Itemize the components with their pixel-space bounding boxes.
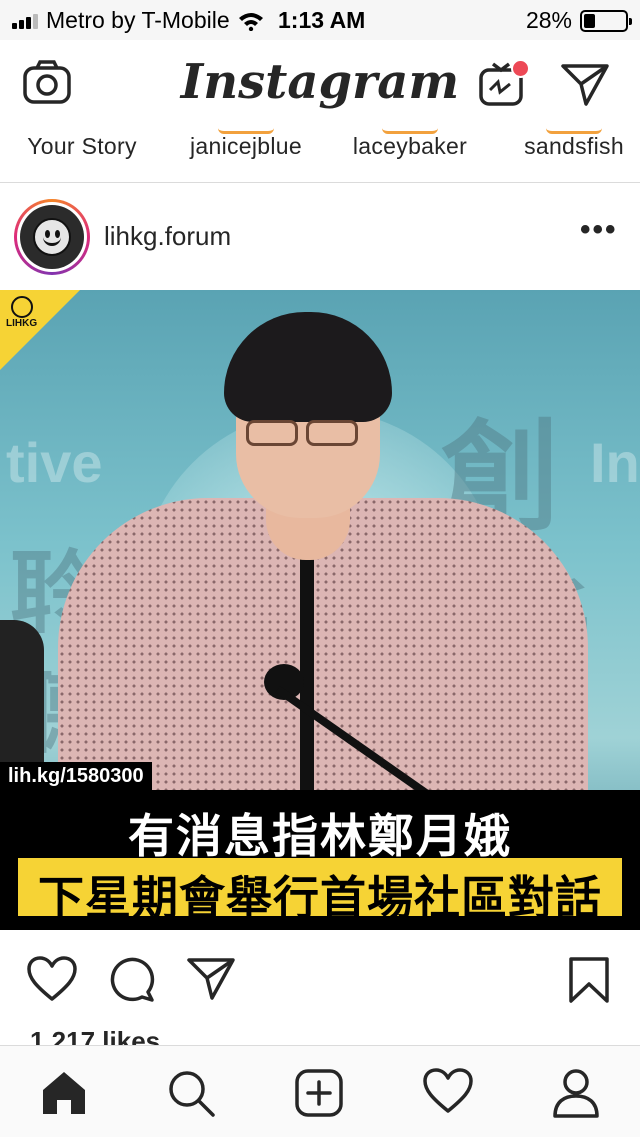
bottom-tab-bar xyxy=(0,1045,640,1137)
direct-message-icon[interactable] xyxy=(560,62,610,106)
smiley-icon xyxy=(33,218,71,256)
comment-icon[interactable] xyxy=(108,956,156,1002)
story-name: sandsfish xyxy=(524,133,624,159)
background-text-left: tive xyxy=(6,431,103,494)
bookmark-icon[interactable] xyxy=(568,956,610,1004)
story-laceybaker[interactable]: laceybaker xyxy=(340,128,480,160)
wifi-icon xyxy=(238,12,263,31)
image-caption-line1: 有消息指林鄭月娥 xyxy=(128,810,512,862)
avatar[interactable] xyxy=(14,199,90,275)
search-icon[interactable] xyxy=(166,1068,216,1118)
post-actions xyxy=(0,930,640,1030)
lihkg-badge-label: LIHKG xyxy=(6,318,38,329)
image-caption-line2: 下星期會舉行首場社區對話 xyxy=(38,872,602,924)
status-bar: Metro by T-Mobile 1:13 AM 28% xyxy=(0,0,640,40)
instagram-logo: Instagram xyxy=(180,54,460,110)
activity-heart-icon[interactable] xyxy=(422,1068,474,1114)
story-your-story[interactable]: Your Story xyxy=(12,128,152,160)
clock: 1:13 AM xyxy=(278,7,366,33)
share-icon[interactable] xyxy=(186,956,236,1000)
story-name: Your Story xyxy=(27,133,137,159)
battery-percentage: 28% xyxy=(525,7,572,33)
heart-icon[interactable] xyxy=(26,956,78,1002)
post-image[interactable]: tive In 創 新 聆 聽 LIHKG lih.kg/1580300 有消息… xyxy=(0,290,640,930)
igtv-button[interactable] xyxy=(478,59,530,111)
add-post-icon[interactable] xyxy=(294,1068,344,1118)
story-sandsfish[interactable]: sandsfish xyxy=(504,128,640,160)
stories-tray: Your Story janicejblue laceybaker sandsf… xyxy=(0,128,640,183)
image-url-label: lih.kg/1580300 xyxy=(0,762,152,790)
more-options-button[interactable]: ••• xyxy=(580,213,618,247)
home-icon[interactable] xyxy=(40,1068,88,1116)
lihkg-smiley-icon xyxy=(11,296,33,318)
post-username[interactable]: lihkg.forum xyxy=(104,221,231,252)
carrier-label: Metro by T-Mobile xyxy=(46,7,230,33)
notification-dot xyxy=(511,59,530,78)
battery-icon xyxy=(580,9,632,32)
signal-icon xyxy=(12,13,38,29)
person-hair xyxy=(224,312,392,422)
post-header: lihkg.forum ••• xyxy=(0,183,640,290)
background-text-right: In xyxy=(590,431,640,494)
app-header: Instagram xyxy=(0,40,640,129)
profile-icon[interactable] xyxy=(552,1068,600,1118)
story-name: laceybaker xyxy=(352,133,468,159)
story-name: janicejblue xyxy=(190,133,302,159)
glasses-left xyxy=(246,420,298,446)
story-janicejblue[interactable]: janicejblue xyxy=(176,128,316,160)
glasses-right xyxy=(306,420,358,446)
